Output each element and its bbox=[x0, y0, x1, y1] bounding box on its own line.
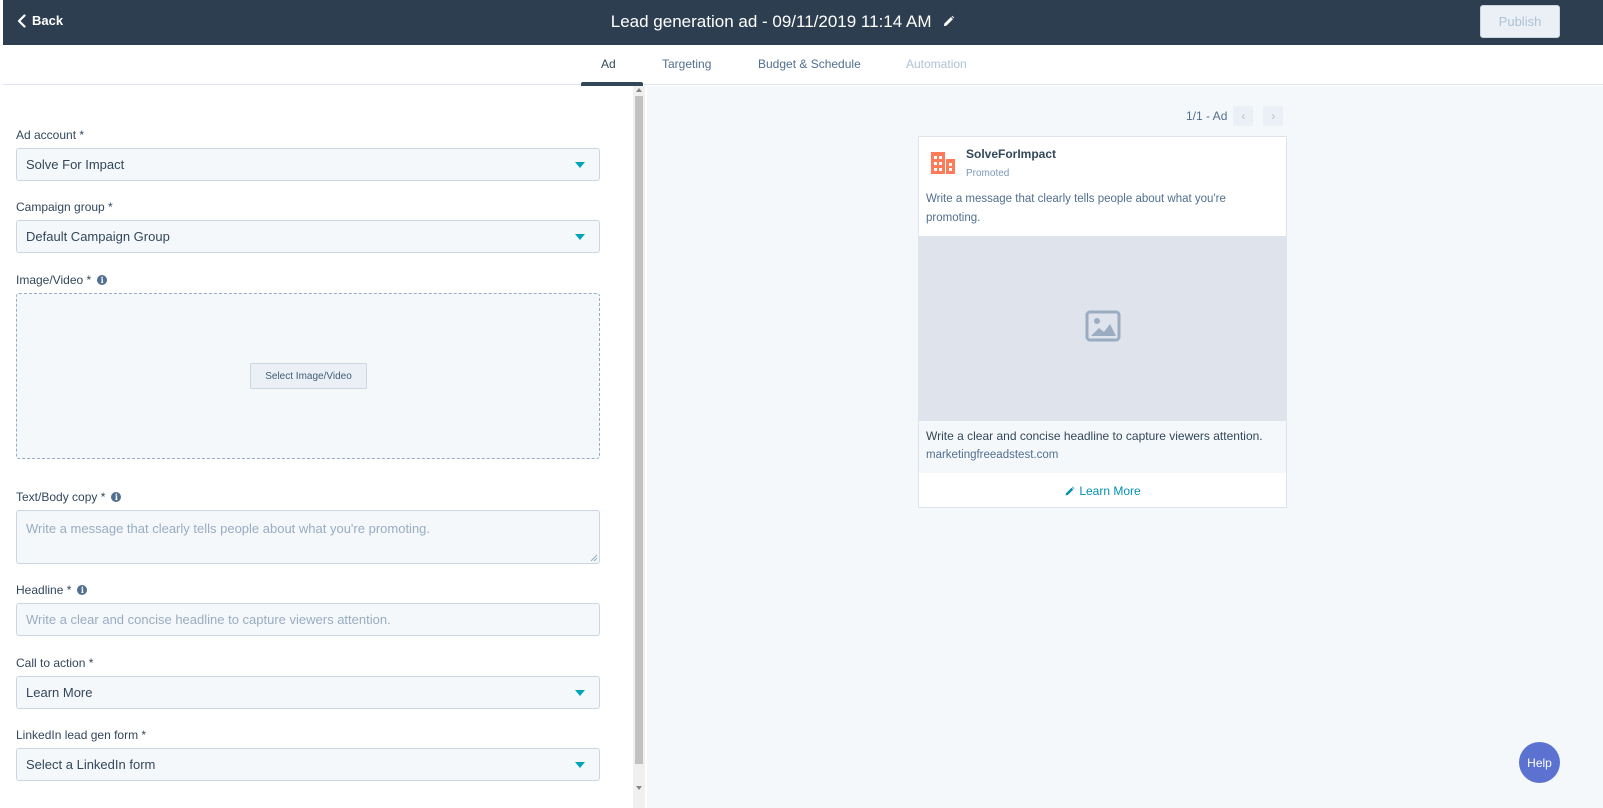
campaign-group-value: Default Campaign Group bbox=[26, 229, 170, 244]
next-ad-button[interactable]: › bbox=[1263, 106, 1284, 126]
headline-input[interactable]: Write a clear and concise headline to ca… bbox=[16, 603, 600, 636]
ad-preview-pane: 1/1 - Ad ‹ › SolveForImpact Promoted Wri… bbox=[647, 86, 1603, 808]
body-copy-label: Text/Body copy * i bbox=[16, 490, 122, 504]
scroll-down-arrow-icon[interactable] bbox=[636, 786, 642, 790]
pencil-icon bbox=[1065, 486, 1075, 495]
ad-account-label: Ad account * bbox=[16, 128, 84, 142]
cta-label: Learn More bbox=[1079, 484, 1141, 498]
campaign-group-label: Campaign group * bbox=[16, 200, 113, 214]
image-video-label-text: Image/Video * bbox=[16, 273, 92, 287]
caret-down-icon bbox=[575, 234, 585, 240]
page-title-text: Lead generation ad - 09/11/2019 11:14 AM bbox=[610, 12, 932, 31]
caret-down-icon bbox=[575, 162, 585, 168]
tab-bar: Ad Targeting Budget & Schedule Automatio… bbox=[3, 45, 1603, 86]
publish-button[interactable]: Publish bbox=[1480, 5, 1560, 38]
body-copy-placeholder: Write a message that clearly tells peopl… bbox=[26, 521, 431, 536]
call-to-action-value: Learn More bbox=[26, 685, 93, 700]
ad-account-select[interactable]: Solve For Impact bbox=[16, 148, 600, 181]
select-image-video-button[interactable]: Select Image/Video bbox=[250, 363, 367, 389]
ad-body-text: Write a message that clearly tells peopl… bbox=[926, 193, 1226, 224]
ad-account-label-text: Ad account * bbox=[16, 128, 85, 142]
body-copy-textarea[interactable]: Write a message that clearly tells peopl… bbox=[16, 510, 600, 564]
campaign-group-select[interactable]: Default Campaign Group bbox=[16, 220, 600, 253]
scrollbar-thumb[interactable] bbox=[635, 96, 643, 764]
campaign-group-label-text: Campaign group * bbox=[16, 200, 113, 214]
ad-account-value: Solve For Impact bbox=[26, 157, 125, 172]
help-button[interactable]: Help bbox=[1519, 742, 1560, 783]
call-to-action-label: Call to action * bbox=[16, 656, 93, 670]
image-video-label: Image/Video * i bbox=[16, 273, 108, 287]
media-placeholder bbox=[919, 236, 1286, 421]
lead-gen-form-label: LinkedIn lead gen form * bbox=[16, 728, 146, 742]
call-to-action-select[interactable]: Learn More bbox=[16, 676, 600, 709]
image-icon bbox=[1085, 310, 1121, 342]
info-icon[interactable]: i bbox=[97, 275, 108, 285]
company-name: SolveForImpact bbox=[966, 147, 1057, 161]
chevron-left-icon: ‹ bbox=[1241, 109, 1246, 123]
page-title: Lead generation ad - 09/11/2019 11:14 AM bbox=[3, 12, 1563, 32]
headline-placeholder: Write a clear and concise headline to ca… bbox=[26, 612, 391, 627]
caret-down-icon bbox=[575, 690, 585, 696]
tab-budget-schedule[interactable]: Budget & Schedule bbox=[758, 57, 861, 71]
lead-gen-form-select[interactable]: Select a LinkedIn form bbox=[16, 748, 600, 781]
chevron-right-icon: › bbox=[1271, 109, 1276, 123]
tab-targeting[interactable]: Targeting bbox=[662, 57, 711, 71]
previous-ad-button[interactable]: ‹ bbox=[1233, 106, 1254, 126]
preview-pager: 1/1 - Ad ‹ › bbox=[1186, 106, 1284, 126]
caret-down-icon bbox=[575, 762, 585, 768]
call-to-action-label-text: Call to action * bbox=[16, 656, 94, 670]
ad-url-text: marketingfreeadstest.com bbox=[926, 449, 1059, 461]
info-icon[interactable]: i bbox=[77, 585, 88, 595]
ad-headline-area: Write a clear and concise headline to ca… bbox=[919, 421, 1286, 473]
top-bar: Back Lead generation ad - 09/11/2019 11:… bbox=[3, 0, 1603, 45]
headline-label-text: Headline * bbox=[16, 583, 72, 597]
form-scrollbar[interactable] bbox=[633, 86, 645, 808]
tab-automation: Automation bbox=[906, 57, 967, 71]
ad-headline-text: Write a clear and concise headline to ca… bbox=[926, 429, 1263, 443]
cta-link[interactable]: Learn More bbox=[919, 474, 1286, 508]
info-icon[interactable]: i bbox=[111, 492, 122, 502]
image-video-dropzone[interactable]: Select Image/Video bbox=[16, 293, 600, 459]
headline-label: Headline * i bbox=[16, 583, 88, 597]
resize-handle-icon[interactable] bbox=[590, 554, 598, 562]
edit-title-icon[interactable] bbox=[942, 15, 955, 28]
lead-gen-form-value: Select a LinkedIn form bbox=[26, 757, 156, 772]
scroll-up-arrow-icon[interactable] bbox=[636, 88, 642, 92]
pager-label: 1/1 - Ad bbox=[1186, 109, 1228, 123]
company-building-icon bbox=[931, 152, 955, 174]
ad-form-pane: Ad account * Solve For Impact Campaign g… bbox=[3, 86, 633, 808]
ad-preview-card: SolveForImpact Promoted Write a message … bbox=[918, 136, 1287, 508]
body-copy-label-text: Text/Body copy * bbox=[16, 490, 106, 504]
lead-gen-form-label-text: LinkedIn lead gen form * bbox=[16, 728, 147, 742]
tab-ad[interactable]: Ad bbox=[601, 57, 616, 71]
promoted-label: Promoted bbox=[966, 168, 1010, 179]
